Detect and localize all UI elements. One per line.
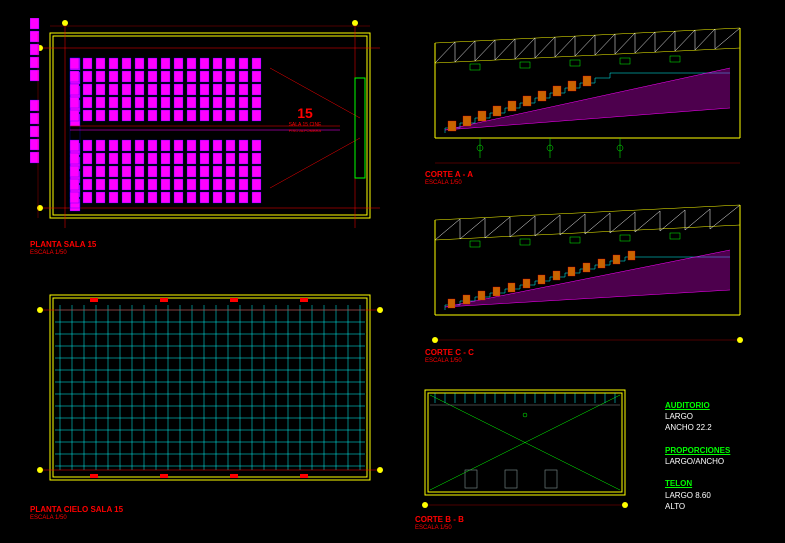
spec-prop-line: LARGO/ANCHO xyxy=(665,456,730,467)
section-c-title: CORTE C - C xyxy=(425,348,474,357)
floor-plan-scale: ESCALA 1/50 xyxy=(30,250,67,256)
section-c-scale: ESCALA 1/50 xyxy=(425,358,462,364)
spec-line-largo: LARGO xyxy=(665,411,730,422)
spec-auditorio-head: AUDITORIO xyxy=(665,400,730,411)
spec-telon-head: TELON xyxy=(665,478,730,489)
section-a xyxy=(420,18,760,168)
spec-line-ancho: ANCHO 22.2 xyxy=(665,422,730,433)
spec-telon-alto: ALTO xyxy=(665,501,730,512)
section-a-scale: ESCALA 1/50 xyxy=(425,180,462,186)
floor-plan-title: PLANTA SALA 15 xyxy=(30,240,96,249)
floor-plan: 15 SALA 15 CINE PISO ALFOMBRA xyxy=(30,18,390,238)
spec-block: AUDITORIO LARGO ANCHO 22.2 PROPORCIONES … xyxy=(665,400,730,512)
ceiling-plan-scale: ESCALA 1/50 xyxy=(30,515,67,521)
section-b-title: CORTE B - B xyxy=(415,515,464,524)
spec-prop-head: PROPORCIONES xyxy=(665,445,730,456)
room-number: 15 xyxy=(297,105,313,121)
section-b-scale: ESCALA 1/50 xyxy=(415,525,452,531)
section-b xyxy=(410,375,640,515)
spec-telon-largo: LARGO 8.60 xyxy=(665,490,730,501)
room-sublabel: PISO ALFOMBRA xyxy=(289,128,322,133)
section-a-title: CORTE A - A xyxy=(425,170,473,179)
ceiling-plan xyxy=(30,280,390,500)
ceiling-plan-title: PLANTA CIELO SALA 15 xyxy=(30,505,123,514)
section-c xyxy=(420,195,760,345)
